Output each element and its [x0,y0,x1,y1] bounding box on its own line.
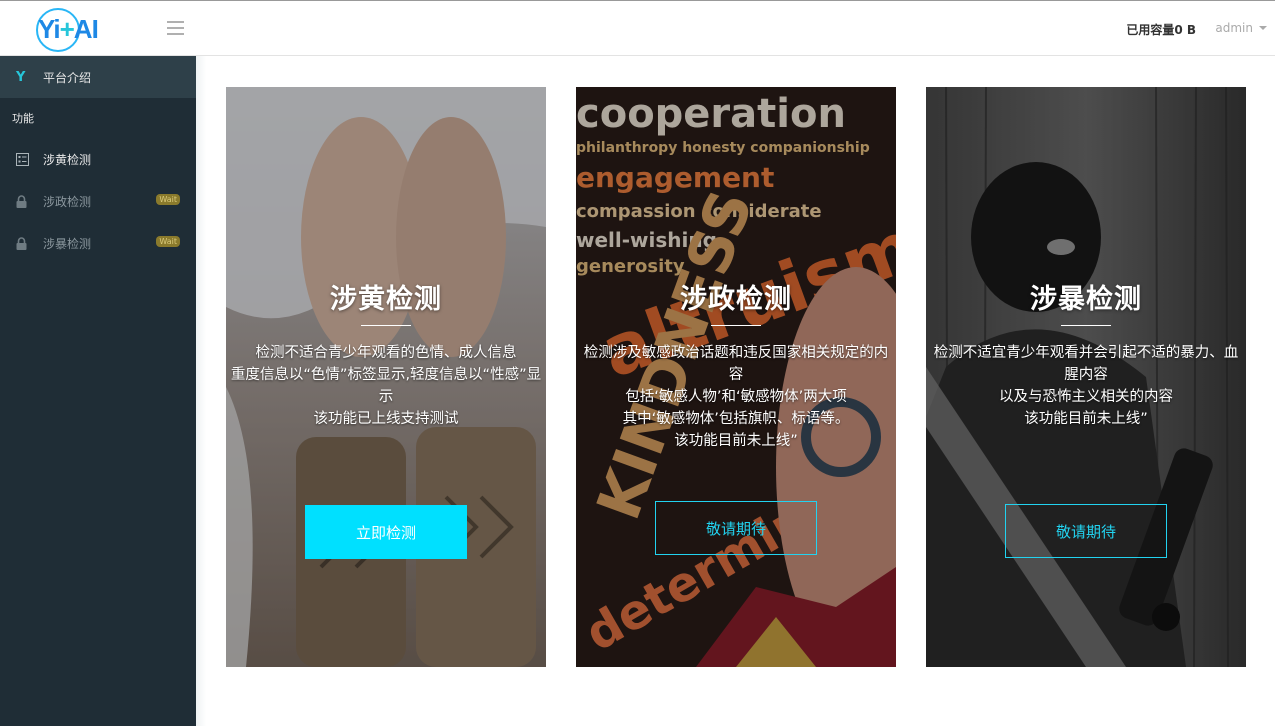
wait-badge: Wait [156,194,180,205]
desc-line: 容 [728,367,744,383]
card-description: 检测不适宜青少年观看并会引起不适的暴力、血 腥内容 以及与恐怖主义相关的内容 该… [926,342,1246,430]
desc-line: 检测不适合青少年观看的色情、成人信息 [255,345,517,361]
lock-icon [16,194,43,208]
card-description: 检测不适合青少年观看的色情、成人信息 重度信息以“色情”标签显示,轻度信息以“性… [226,342,546,430]
wait-badge: Wait [156,236,180,247]
card-title: 涉黄检测 [330,284,442,315]
desc-line: 腥内容 [1064,367,1108,383]
logo-plus: + [59,13,75,44]
desc-line: 重度信息以“色情”标签显示,轻度信息以“性感”显 [230,367,542,383]
hamburger-menu-icon[interactable] [167,21,184,35]
top-bar: Yi+AI 已用容量0 B admin [0,0,1275,56]
logo-yi: Yi [38,13,61,44]
desc-line: 检测不适宜青少年观看并会引起不适的暴力、血 [933,345,1239,361]
card-violence-detection: 涉暴检测 检测不适宜青少年观看并会引起不适的暴力、血 腥内容 以及与恐怖主义相关… [926,87,1246,667]
sidebar-item-violence-detection[interactable]: 涉暴检测 Wait [0,222,196,264]
logo-y-icon: Y [16,69,26,85]
sidebar-item-label: 涉政检测 [43,194,92,209]
storage-usage: 已用容量0 B [1126,23,1196,37]
desc-line: 该功能已上线支持测试 [313,411,459,427]
caret-down-icon [1259,26,1267,30]
grid-icon [16,152,43,166]
sidebar-item-porn-detection[interactable]: 涉黄检测 [0,138,196,180]
desc-line: 以及与恐怖主义相关的内容 [999,389,1173,405]
user-name: admin [1215,21,1253,35]
card-description: 检测涉及敏感政治话题和违反国家相关规定的内 容 包括‘敏感人物’和‘敏感物体’两… [576,342,896,452]
sidebar-section-label: 功能 [12,112,34,125]
logo[interactable]: Yi+AI [36,7,99,52]
desc-line: 其中‘敏感物体’包括旗帜、标语等。 [622,411,850,427]
card-title: 涉暴检测 [1030,284,1142,315]
card-content: 涉政检测 检测涉及敏感政治话题和违反国家相关规定的内 容 包括‘敏感人物’和‘敏… [576,87,896,667]
user-menu[interactable]: admin [1215,21,1267,35]
sidebar-item-intro[interactable]: Y 平台介绍 [0,56,196,98]
card-porn-detection: 涉黄检测 检测不适合青少年观看的色情、成人信息 重度信息以“色情”标签显示,轻度… [226,87,546,667]
coming-soon-button[interactable]: 敬请期待 [655,501,817,555]
desc-line: 该功能目前未上线” [1024,411,1148,427]
logo-text: Yi+AI [38,13,99,45]
logo-ai: AI [73,13,99,44]
content-edge-shadow [196,56,206,726]
detect-now-button[interactable]: 立即检测 [305,505,467,559]
title-underline [711,325,761,326]
sidebar-item-label: 涉黄检测 [43,152,92,167]
desc-line: 示 [378,389,394,405]
sidebar-item-label: 平台介绍 [43,70,92,85]
desc-line: 包括‘敏感人物’和‘敏感物体’两大项 [625,389,847,405]
card-title: 涉政检测 [680,284,792,315]
card-content: 涉暴检测 检测不适宜青少年观看并会引起不适的暴力、血 腥内容 以及与恐怖主义相关… [926,87,1246,667]
sidebar: Y 平台介绍 功能 涉黄检测 涉政检测 Wait 涉暴检测 Wait [0,56,196,726]
desc-line: 检测涉及敏感政治话题和违反国家相关规定的内 [583,345,889,361]
title-underline [361,325,411,326]
title-underline [1061,325,1111,326]
coming-soon-button[interactable]: 敬请期待 [1005,504,1167,558]
sidebar-item-politics-detection[interactable]: 涉政检测 Wait [0,180,196,222]
sidebar-item-label: 涉暴检测 [43,236,92,251]
card-politics-detection: cooperation philanthropy honesty compani… [576,87,896,667]
card-content: 涉黄检测 检测不适合青少年观看的色情、成人信息 重度信息以“色情”标签显示,轻度… [226,87,546,667]
lock-icon [16,236,43,250]
desc-line: 该功能目前未上线” [674,433,798,449]
